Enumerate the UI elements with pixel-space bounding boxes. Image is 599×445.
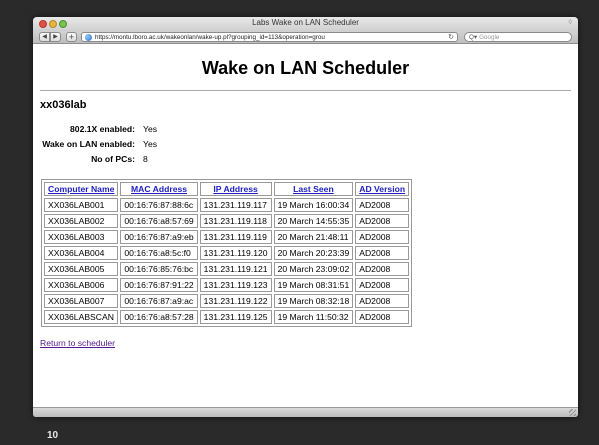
cell-last-seen: 20 March 14:55:35 — [273, 214, 354, 228]
table-row: XX036LAB007 00:16:76:87:a9:ac 131.231.11… — [44, 294, 410, 308]
cell-last-seen: 20 March 21:48:11 — [273, 230, 354, 244]
table-row: XX036LABSCAN 00:16:76:a8:57:28 131.231.1… — [44, 310, 410, 324]
cell-ip-address: 131.231.119.118 — [199, 214, 272, 228]
column-header-mac-address[interactable]: MAC Address — [120, 182, 198, 196]
table-row: XX036LAB001 00:16:76:87:88:6c 131.231.11… — [44, 198, 410, 212]
page-title: Wake on LAN Scheduler — [201, 58, 410, 78]
title-bar[interactable]: Labs Wake on LAN Scheduler ◊ — [33, 17, 578, 31]
info-row-pc-count: No of PCs: 8 — [40, 151, 571, 166]
table-row: XX036LAB002 00:16:76:a8:57:69 131.231.11… — [44, 214, 410, 228]
column-header-computer-name[interactable]: Computer Name — [44, 182, 119, 196]
cell-ad-version: AD2008 — [355, 262, 410, 276]
lab-name: xx036lab — [40, 99, 87, 111]
cell-ad-version: AD2008 — [355, 294, 410, 308]
resize-grip-icon[interactable] — [569, 409, 576, 416]
table-row: XX036LAB004 00:16:76:a8:5c:f0 131.231.11… — [44, 246, 410, 260]
info-value: Yes — [143, 138, 158, 149]
cell-mac-address: 00:16:76:a8:57:69 — [120, 214, 198, 228]
pc-table: Computer Name MAC Address IP Address Las… — [41, 179, 413, 327]
cell-ad-version: AD2008 — [355, 230, 410, 244]
address-bar[interactable]: https://montu.lboro.ac.uk/wakeonlan/wake… — [81, 32, 458, 42]
cell-mac-address: 00:16:76:87:91:22 — [120, 278, 198, 292]
info-label: 802.1X enabled: — [70, 123, 135, 134]
table-row: XX036LAB003 00:16:76:87:a9:eb 131.231.11… — [44, 230, 410, 244]
browser-window: Labs Wake on LAN Scheduler ◊ ◀ ▶ + https… — [33, 17, 578, 417]
cell-computer-name: XX036LAB004 — [44, 246, 119, 260]
cell-ad-version: AD2008 — [355, 246, 410, 260]
sort-link[interactable]: Last Seen — [293, 184, 334, 194]
browser-toolbar: ◀ ▶ + https://montu.lboro.ac.uk/wakeonla… — [33, 31, 578, 44]
slide-number: 10 — [47, 430, 59, 441]
info-label: Wake on LAN enabled: — [42, 138, 135, 149]
sort-link[interactable]: MAC Address — [131, 184, 187, 194]
cell-ip-address: 131.231.119.120 — [199, 246, 272, 260]
cell-computer-name: XX036LAB007 — [44, 294, 119, 308]
cell-ad-version: AD2008 — [355, 214, 410, 228]
cell-mac-address: 00:16:76:87:a9:eb — [120, 230, 198, 244]
cell-ad-version: AD2008 — [355, 198, 410, 212]
status-bar — [33, 407, 578, 417]
cell-mac-address: 00:16:76:a8:5c:f0 — [120, 246, 198, 260]
cell-mac-address: 00:16:76:87:a9:ac — [120, 294, 198, 308]
cell-ip-address: 131.231.119.117 — [199, 198, 272, 212]
cell-computer-name: XX036LAB001 — [44, 198, 119, 212]
cell-computer-name: XX036LAB005 — [44, 262, 119, 276]
search-field[interactable]: Q▾ Google — [464, 32, 572, 42]
cell-computer-name: XX036LAB002 — [44, 214, 119, 228]
cell-last-seen: 20 March 23:09:02 — [273, 262, 354, 276]
info-label: No of PCs: — [91, 153, 135, 164]
cell-last-seen: 19 March 08:31:51 — [273, 278, 354, 292]
divider — [40, 90, 571, 91]
cell-ip-address: 131.231.119.119 — [199, 230, 272, 244]
search-placeholder: Google — [479, 34, 500, 41]
cell-ad-version: AD2008 — [355, 310, 410, 324]
info-row-8021x: 802.1X enabled: Yes — [40, 121, 571, 136]
cell-ip-address: 131.231.119.125 — [199, 310, 272, 324]
sort-link[interactable]: AD Version — [359, 184, 405, 194]
search-icon: Q▾ — [469, 34, 478, 41]
cell-computer-name: XX036LAB006 — [44, 278, 119, 292]
cell-ip-address: 131.231.119.123 — [199, 278, 272, 292]
cell-mac-address: 00:16:76:87:88:6c — [120, 198, 198, 212]
column-header-last-seen[interactable]: Last Seen — [273, 182, 354, 196]
cell-last-seen: 19 March 16:00:34 — [273, 198, 354, 212]
address-url: https://montu.lboro.ac.uk/wakeonlan/wake… — [95, 34, 325, 41]
window-title: Labs Wake on LAN Scheduler — [252, 18, 359, 27]
cell-computer-name: XX036LABSCAN — [44, 310, 119, 324]
reload-icon[interactable]: ↻ — [448, 33, 454, 41]
plus-icon[interactable]: + — [66, 32, 77, 42]
cell-mac-address: 00:16:76:85:76:bc — [120, 262, 198, 276]
sort-link[interactable]: IP Address — [213, 184, 257, 194]
table-header-row: Computer Name MAC Address IP Address Las… — [44, 182, 410, 196]
table-row: XX036LAB005 00:16:76:85:76:bc 131.231.11… — [44, 262, 410, 276]
cell-mac-address: 00:16:76:a8:57:28 — [120, 310, 198, 324]
cell-last-seen: 19 March 08:32:18 — [273, 294, 354, 308]
forward-arrow-icon[interactable]: ▶ — [50, 32, 61, 42]
column-header-ad-version[interactable]: AD Version — [355, 182, 410, 196]
info-row-wol: Wake on LAN enabled: Yes — [40, 136, 571, 151]
toolbar-toggle-icon[interactable]: ◊ — [569, 19, 572, 26]
info-value: Yes — [143, 123, 158, 134]
cell-ip-address: 131.231.119.121 — [199, 262, 272, 276]
cell-last-seen: 20 March 20:23:39 — [273, 246, 354, 260]
back-arrow-icon[interactable]: ◀ — [39, 32, 50, 42]
cell-ip-address: 131.231.119.122 — [199, 294, 272, 308]
sort-link[interactable]: Computer Name — [48, 184, 114, 194]
globe-icon — [85, 34, 92, 41]
info-value: 8 — [143, 153, 148, 164]
cell-last-seen: 19 March 11:50:32 — [273, 310, 354, 324]
table-row: XX036LAB006 00:16:76:87:91:22 131.231.11… — [44, 278, 410, 292]
cell-computer-name: XX036LAB003 — [44, 230, 119, 244]
page-content: Wake on LAN Scheduler xx036lab 802.1X en… — [33, 44, 578, 407]
lab-info: 802.1X enabled: Yes Wake on LAN enabled:… — [40, 121, 571, 166]
column-header-ip-address[interactable]: IP Address — [199, 182, 272, 196]
return-to-scheduler-link[interactable]: Return to scheduler — [40, 338, 115, 348]
cell-ad-version: AD2008 — [355, 278, 410, 292]
